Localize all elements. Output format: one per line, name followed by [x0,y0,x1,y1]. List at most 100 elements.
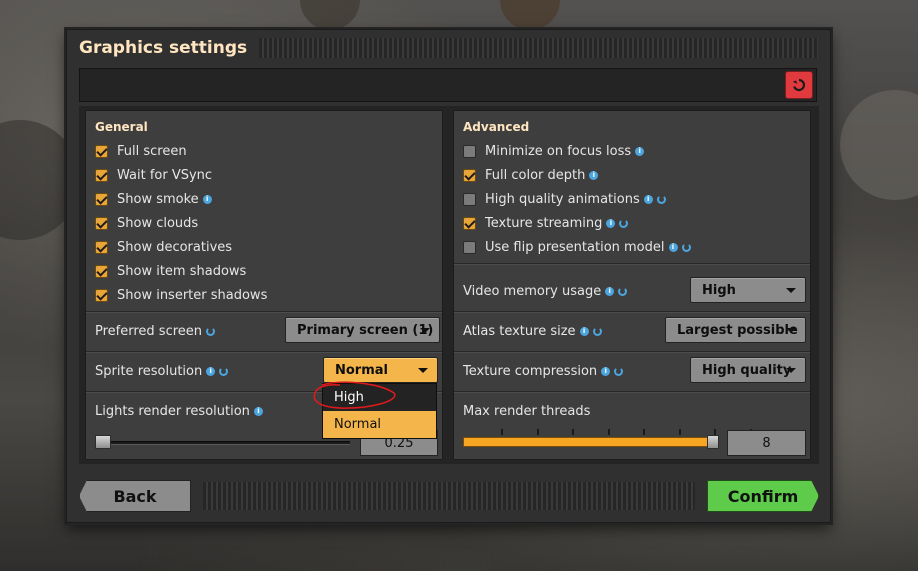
checkbox-row[interactable]: Full screen [95,141,187,161]
texture-compression-value: High quality [702,362,792,378]
checkbox[interactable] [95,216,108,230]
info-icon[interactable]: i [643,194,653,204]
checkbox-row[interactable]: Use flip presentation model i [463,237,691,257]
slider-handle[interactable] [707,435,719,449]
info-icon[interactable]: i [635,146,645,156]
checkbox-row[interactable]: Show decoratives [95,237,232,257]
sprite-resolution-value: Normal [335,362,388,378]
info-icon[interactable]: i [589,170,599,180]
reset-icon[interactable] [592,326,602,336]
reset-icon[interactable] [219,366,229,376]
checkbox[interactable] [463,144,476,158]
lights-render-resolution-slider[interactable] [95,441,350,445]
video-memory-usage-label: Video memory usage i [463,281,628,301]
info-icon[interactable]: i [668,242,678,252]
toolbar [79,68,817,102]
info-icon[interactable]: i [202,194,212,204]
dropdown-option[interactable]: High [323,384,436,411]
confirm-button[interactable]: Confirm [707,480,819,512]
sprite-resolution-options: High Normal [322,383,437,439]
video-memory-usage-value: High [702,282,736,298]
preferred-screen-value: Primary screen (1) [297,322,434,338]
reset-icon[interactable] [619,218,629,228]
checkbox-row[interactable]: Show smoke i [95,189,212,209]
info-icon[interactable]: i [606,218,616,228]
checkbox-row[interactable]: Show clouds [95,213,198,233]
divider [86,351,442,353]
info-icon[interactable]: i [601,366,611,376]
checkbox[interactable] [95,192,108,206]
reset-icon[interactable] [614,366,624,376]
checkbox[interactable] [463,216,476,230]
slider-tick [501,429,503,435]
checkbox-row[interactable]: High quality animations i [463,189,666,209]
texture-compression-dropdown[interactable]: High quality [690,357,806,383]
title-bar[interactable]: Graphics settings [67,30,830,66]
video-memory-usage-dropdown[interactable]: High [690,277,806,303]
checkbox-row[interactable]: Show inserter shadows [95,285,267,305]
sprite-resolution-dropdown[interactable]: Normal [323,357,438,383]
preferred-screen-label: Preferred screen [95,321,216,341]
info-icon[interactable]: i [206,366,216,376]
checkbox-row[interactable]: Minimize on focus loss i [463,141,645,161]
background-machinery [840,90,918,200]
reset-icon[interactable] [681,242,691,252]
dropdown-option[interactable]: Normal [323,411,436,438]
atlas-texture-size-value: Largest possible [677,322,798,338]
reset-icon[interactable] [206,326,216,336]
checkbox-row[interactable]: Texture streaming i [463,213,629,233]
checkbox-row[interactable]: Show item shadows [95,261,246,281]
info-icon[interactable]: i [605,286,615,296]
texture-compression-label: Texture compression i [463,361,624,381]
option-label: High [334,390,364,405]
background-machinery [500,0,560,30]
video-memory-usage-text: Video memory usage [463,283,602,299]
chevron-down-icon [420,328,430,333]
max-render-threads-value: 8 [762,435,771,451]
checkbox[interactable] [463,240,476,254]
advanced-section-title: Advanced [463,120,530,134]
checkbox-row[interactable]: Full color depth i [463,165,599,185]
checkbox[interactable] [95,240,108,254]
info-icon[interactable]: i [579,326,589,336]
checkbox[interactable] [463,192,476,206]
checkbox[interactable] [463,168,476,182]
texture-compression-text: Texture compression [463,363,598,379]
drag-handle[interactable] [259,38,818,58]
checkbox-label: Use flip presentation model [485,239,665,255]
checkbox-row[interactable]: Wait for VSync [95,165,212,185]
general-section-title: General [95,120,148,134]
graphics-settings-dialog: Graphics settings General Full screen Wai… [66,29,831,523]
checkbox[interactable] [95,168,108,182]
preferred-screen-dropdown[interactable]: Primary screen (1) [285,317,440,343]
checkbox-label: Minimize on focus loss [485,143,632,159]
checkbox[interactable] [95,264,108,278]
slider-tick [678,429,681,435]
checkbox[interactable] [95,288,108,302]
option-label: Normal [334,417,382,432]
reset-icon[interactable] [656,194,666,204]
reset-icon[interactable] [618,286,628,296]
divider [454,391,810,393]
checkbox-label: Wait for VSync [117,167,213,183]
max-render-threads-slider[interactable] [463,437,713,447]
checkbox-label: Full color depth [485,167,586,183]
checkbox-label: High quality animations [485,191,640,207]
checkbox-label: Show inserter shadows [117,287,268,303]
slider-handle[interactable] [95,435,111,449]
background-machinery [300,0,360,30]
divider [454,263,810,265]
slider-tick [643,429,645,435]
max-render-threads-field[interactable]: 8 [727,430,806,456]
dialog-title: Graphics settings [79,38,248,58]
checkbox[interactable] [95,144,108,158]
chevron-down-icon [786,368,796,373]
checkbox-label: Show clouds [117,215,199,231]
checkbox-label: Full screen [117,143,187,159]
info-icon[interactable]: i [253,406,263,416]
atlas-texture-size-text: Atlas texture size [463,323,576,339]
back-button[interactable]: Back [79,480,191,512]
atlas-texture-size-dropdown[interactable]: Largest possible [665,317,806,343]
max-render-threads-text: Max render threads [463,403,591,419]
reset-settings-button[interactable] [785,71,813,99]
